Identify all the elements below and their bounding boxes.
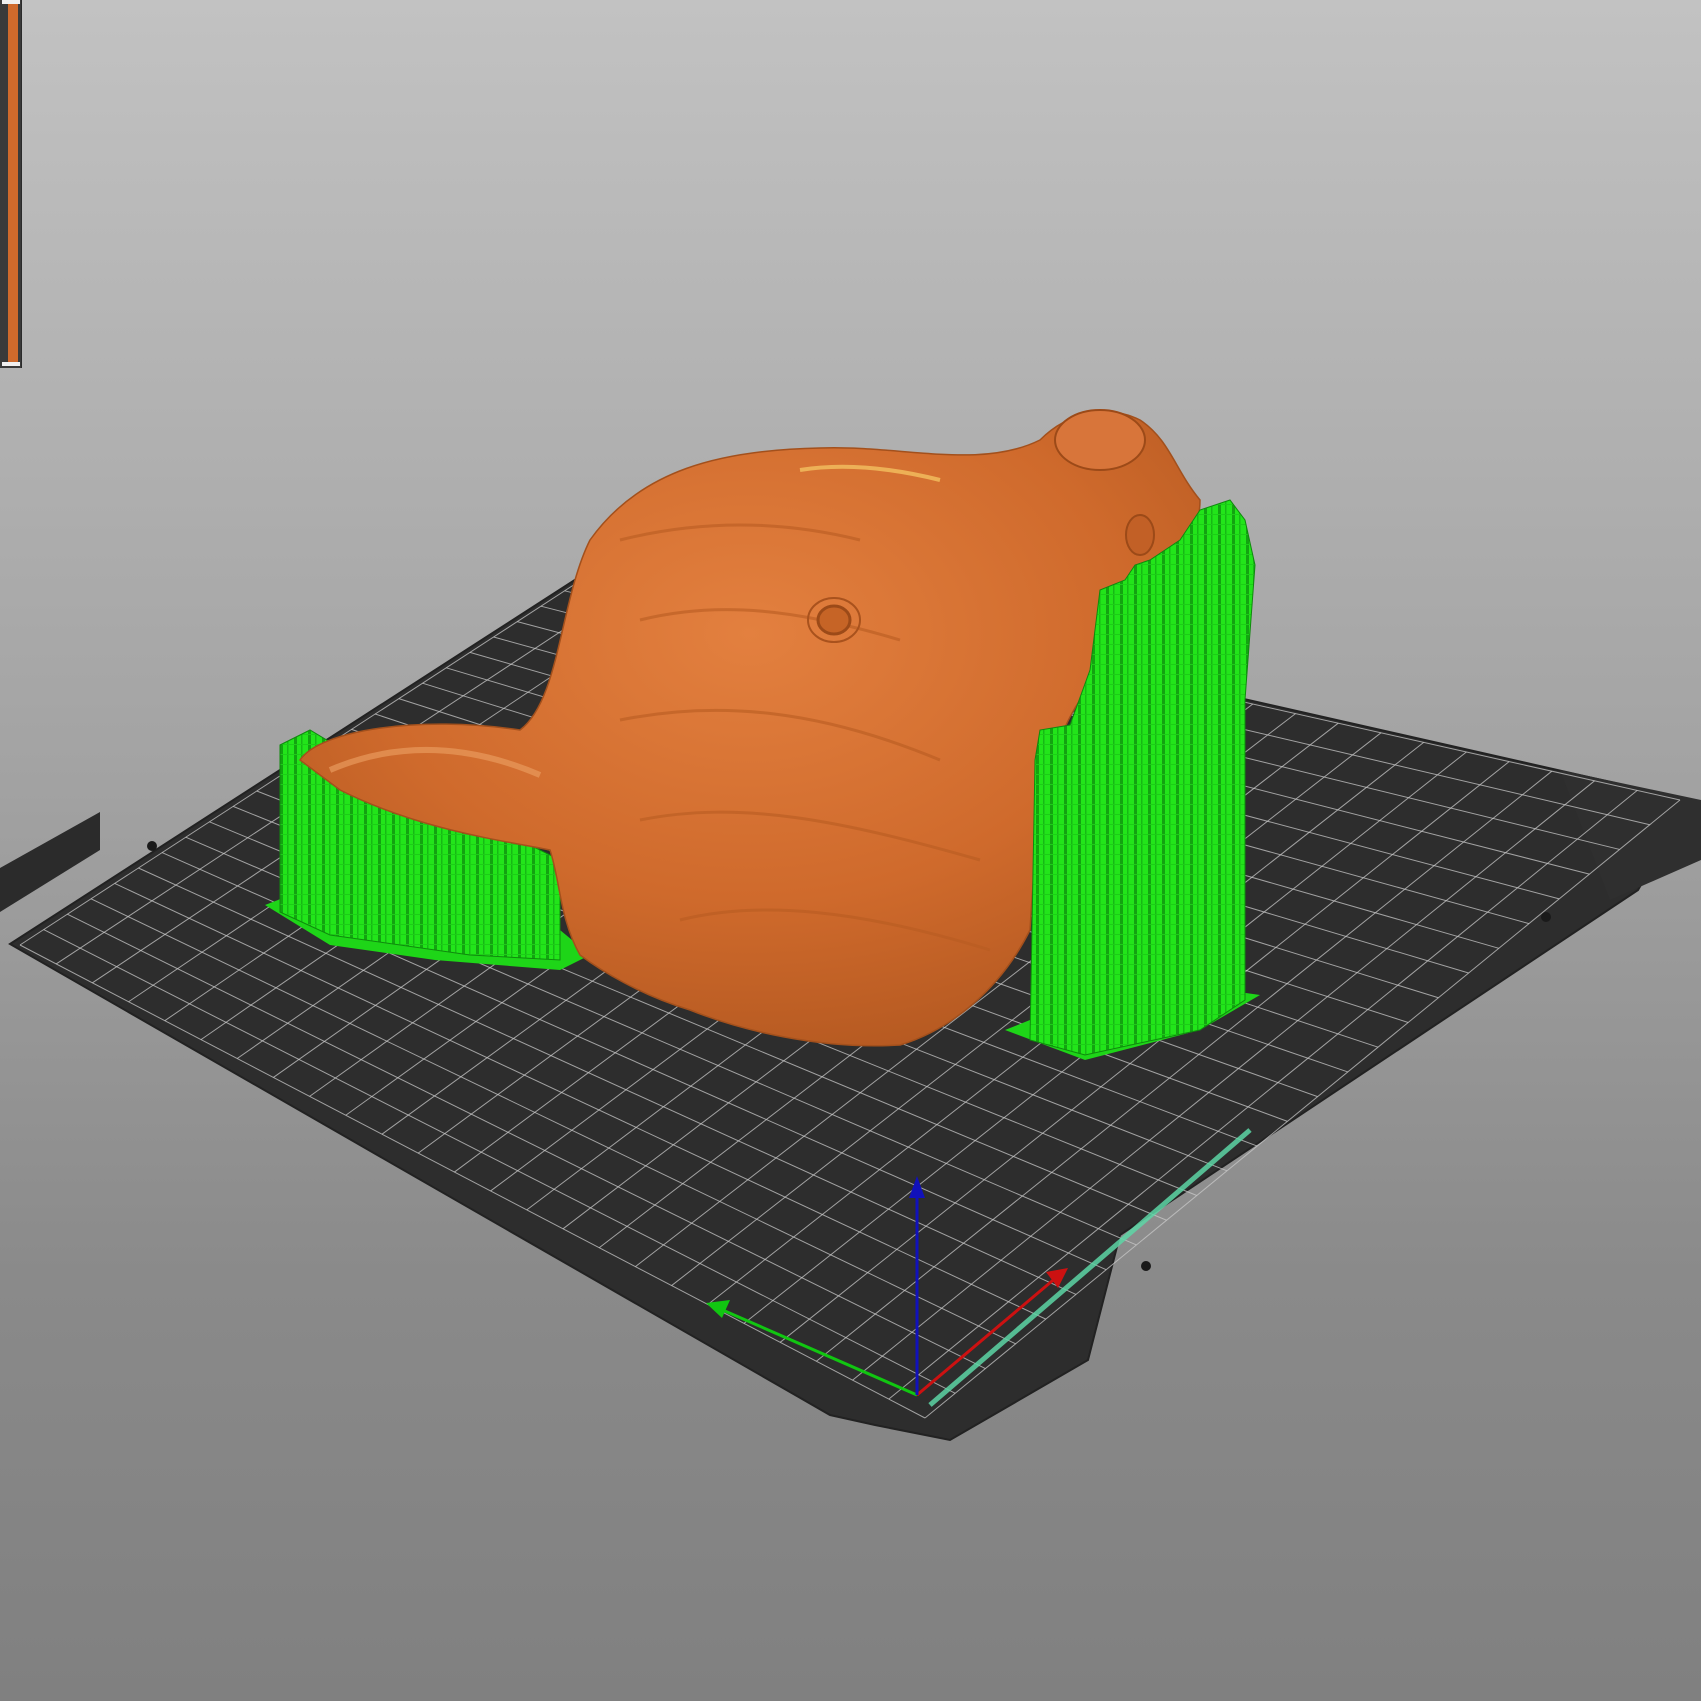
layer-slider-top-handle[interactable]	[2, 0, 20, 4]
bed-mount-hole	[1541, 912, 1551, 922]
model-eye	[816, 604, 852, 636]
bed-mount-hole	[1141, 1261, 1151, 1271]
3d-viewport[interactable]	[0, 0, 1701, 1701]
layer-slider[interactable]	[0, 0, 22, 368]
layer-slider-bottom-handle[interactable]	[2, 362, 20, 366]
model-nostril	[1125, 514, 1155, 556]
bed-mount-hole	[147, 841, 157, 851]
preview-scene[interactable]	[0, 0, 1701, 1701]
model-nose	[1054, 409, 1146, 471]
layer-slider-track[interactable]	[8, 0, 18, 364]
